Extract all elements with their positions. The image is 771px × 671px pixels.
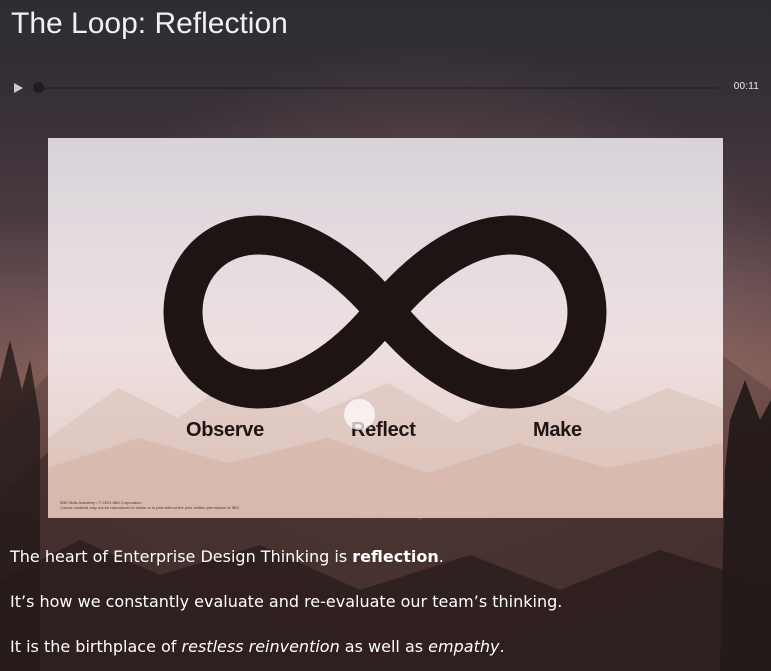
p1-end: . [438, 547, 444, 566]
slide-footer: IBM Skills Academy / © 2021 IBM Corporat… [60, 500, 300, 510]
seek-bar[interactable] [38, 87, 718, 89]
play-button[interactable] [12, 82, 24, 94]
p1-bold: reflection [352, 547, 439, 566]
paragraph-birthplace: It is the birthplace of restless reinven… [10, 637, 505, 656]
pointer-highlight [344, 399, 375, 430]
p3-italic-reinvention: restless reinvention [181, 637, 340, 656]
label-make: Make [533, 419, 582, 441]
paragraph-heart: The heart of Enterprise Design Thinking … [10, 547, 444, 566]
p1-text: The heart of Enterprise Design Thinking … [10, 547, 353, 566]
time-display: 00:11 [733, 81, 759, 92]
paragraph-evaluate: It’s how we constantly evaluate and re-e… [10, 592, 563, 611]
play-icon [14, 83, 23, 93]
slide-footer-line2: Course material may not be reproduced in… [60, 505, 239, 510]
infinity-loop-icon [163, 215, 607, 409]
seek-thumb[interactable] [33, 82, 44, 93]
p3-italic-empathy: empathy [428, 637, 500, 656]
p3-text: It is the birthplace of [10, 637, 182, 656]
p3-end: . [499, 637, 505, 656]
p3-middle: as well as [339, 637, 429, 656]
page-title: The Loop: Reflection [11, 7, 288, 40]
slide-image: Observe Reflect Make IBM Skills Academy … [48, 138, 723, 518]
label-observe: Observe [186, 419, 264, 441]
audio-player: 00:11 [10, 76, 765, 100]
